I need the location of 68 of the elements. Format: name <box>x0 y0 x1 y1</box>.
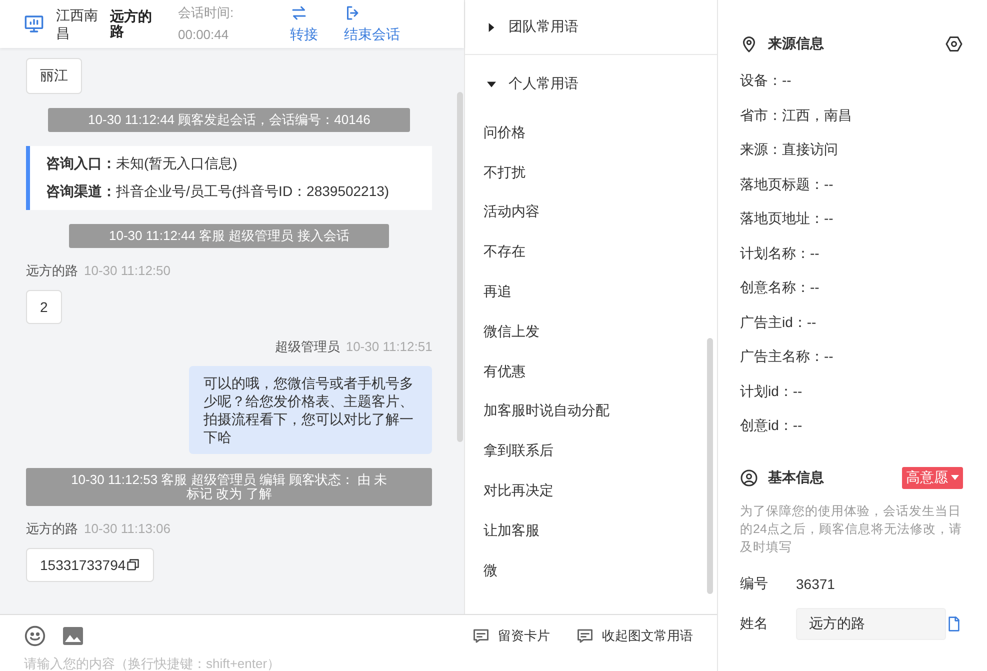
end-button[interactable]: 结束会话 <box>344 4 400 44</box>
session-duration: 会话时间: 00:00:44 <box>178 4 235 44</box>
phrase-item[interactable]: 微信上发 <box>483 312 699 352</box>
message-bubble: 丽江 <box>26 58 82 94</box>
phrase-item[interactable]: 活动内容 <box>483 192 699 232</box>
phrase-item[interactable]: 再追 <box>483 272 699 312</box>
user-circle-icon <box>740 468 758 486</box>
info-field: 设备：-- <box>740 64 963 98</box>
info-row-text: 咨询入口：未知(暂无入口信息) <box>46 155 238 173</box>
phrase-item[interactable]: 微 <box>483 550 699 591</box>
field-label: 姓名 <box>740 614 769 632</box>
info-field: 省市：江西，南昌 <box>740 98 963 133</box>
phrase-item[interactable]: 拿到联系后 <box>483 431 699 472</box>
document-icon <box>946 616 962 632</box>
message-meta: 远方的路 10-30 11:12:50 <box>26 262 172 280</box>
caret-icon <box>487 22 496 32</box>
phrase-item[interactable]: 有优惠 <box>483 352 699 392</box>
field-value: 36371 <box>796 576 835 592</box>
info-field: 广告主名称：-- <box>740 340 963 374</box>
message-bubble: 2 <box>26 290 62 324</box>
scrollbar[interactable] <box>457 92 464 442</box>
phrase-item[interactable]: 加客服时说自动分配 <box>483 392 699 432</box>
phrase-item[interactable]: 让加客服 <box>483 510 699 551</box>
field-label: 编号 <box>740 574 769 592</box>
info-field: 创意名称：-- <box>740 271 963 306</box>
info-field: 来源：直接访问 <box>740 133 963 168</box>
transfer-button[interactable]: 转接 <box>290 4 318 44</box>
emoji-icon <box>24 625 46 647</box>
info-field: 计划id：-- <box>740 374 963 409</box>
message-meta: 超级管理员 10-30 11:12:51 <box>274 338 432 356</box>
scrollbar[interactable] <box>707 338 713 594</box>
info-field: 创意id：-- <box>740 409 963 444</box>
phrase-item[interactable]: 不存在 <box>483 232 699 272</box>
comment-icon <box>472 627 490 645</box>
message-bubble: 可以的哦，您微信号或者手机号多少呢？给您发价格表、主题客片、拍摄流程看下，您可以对比了解一下哈 <box>189 366 432 454</box>
message-bubble: 15331733794 <box>26 548 154 582</box>
info-row-text: 咨询渠道：抖音企业号/员工号(抖音号ID：2839502213) <box>46 183 390 201</box>
caret-icon <box>951 474 959 480</box>
customer-name: 远方的路 <box>110 9 153 39</box>
notice-text: 为了保障您的使用体验，会话发生当日的24点之后，顾客信息将无法修改，请及时填写 <box>740 502 963 556</box>
info-field: 落地页地址：-- <box>740 202 963 236</box>
copy-icon <box>126 558 140 572</box>
phrase-group-header[interactable]: 团队常用语 <box>465 0 717 55</box>
swap-arrows-icon <box>290 4 308 22</box>
toolbar-button[interactable]: 留资卡片 <box>472 627 550 645</box>
phrase-item[interactable]: 对比再决定 <box>483 471 699 511</box>
intent-tag[interactable]: 高意愿 <box>902 466 963 488</box>
settings-icon <box>945 35 963 53</box>
info-field: 计划名称：-- <box>740 236 963 271</box>
image-icon[interactable] <box>62 626 84 646</box>
phrase-group-header[interactable]: 个人常用语 <box>465 55 717 113</box>
section-title: 基本信息 <box>768 468 825 486</box>
location-text: 江西南昌 <box>56 6 98 42</box>
system-notice: 10-30 11:12:44 客服 超级管理员 接入会话 <box>69 224 390 248</box>
section-title: 来源信息 <box>768 35 825 53</box>
toolbar-button[interactable]: 收起图文常用语 <box>576 627 693 645</box>
comment-icon <box>576 627 594 645</box>
system-notice: 10-30 11:12:44 顾客发起会话，会话编号：40146 <box>48 108 410 132</box>
info-field: 广告主id：-- <box>740 306 963 340</box>
name-field[interactable]: 远方的路 <box>796 608 946 640</box>
caret-icon <box>487 80 496 88</box>
info-field: 落地页标题：-- <box>740 168 963 202</box>
phrase-item[interactable]: 问价格 <box>483 113 699 153</box>
location-pin-icon <box>740 35 758 53</box>
message-meta: 远方的路 10-30 11:13:06 <box>26 520 172 538</box>
system-notice: 10-30 11:12:53 客服 超级管理员 编辑 顾客状态： 由 未标记 改为 了解 <box>26 468 432 506</box>
phrase-item[interactable]: 不打扰 <box>483 152 699 193</box>
monitor-icon <box>24 14 44 34</box>
